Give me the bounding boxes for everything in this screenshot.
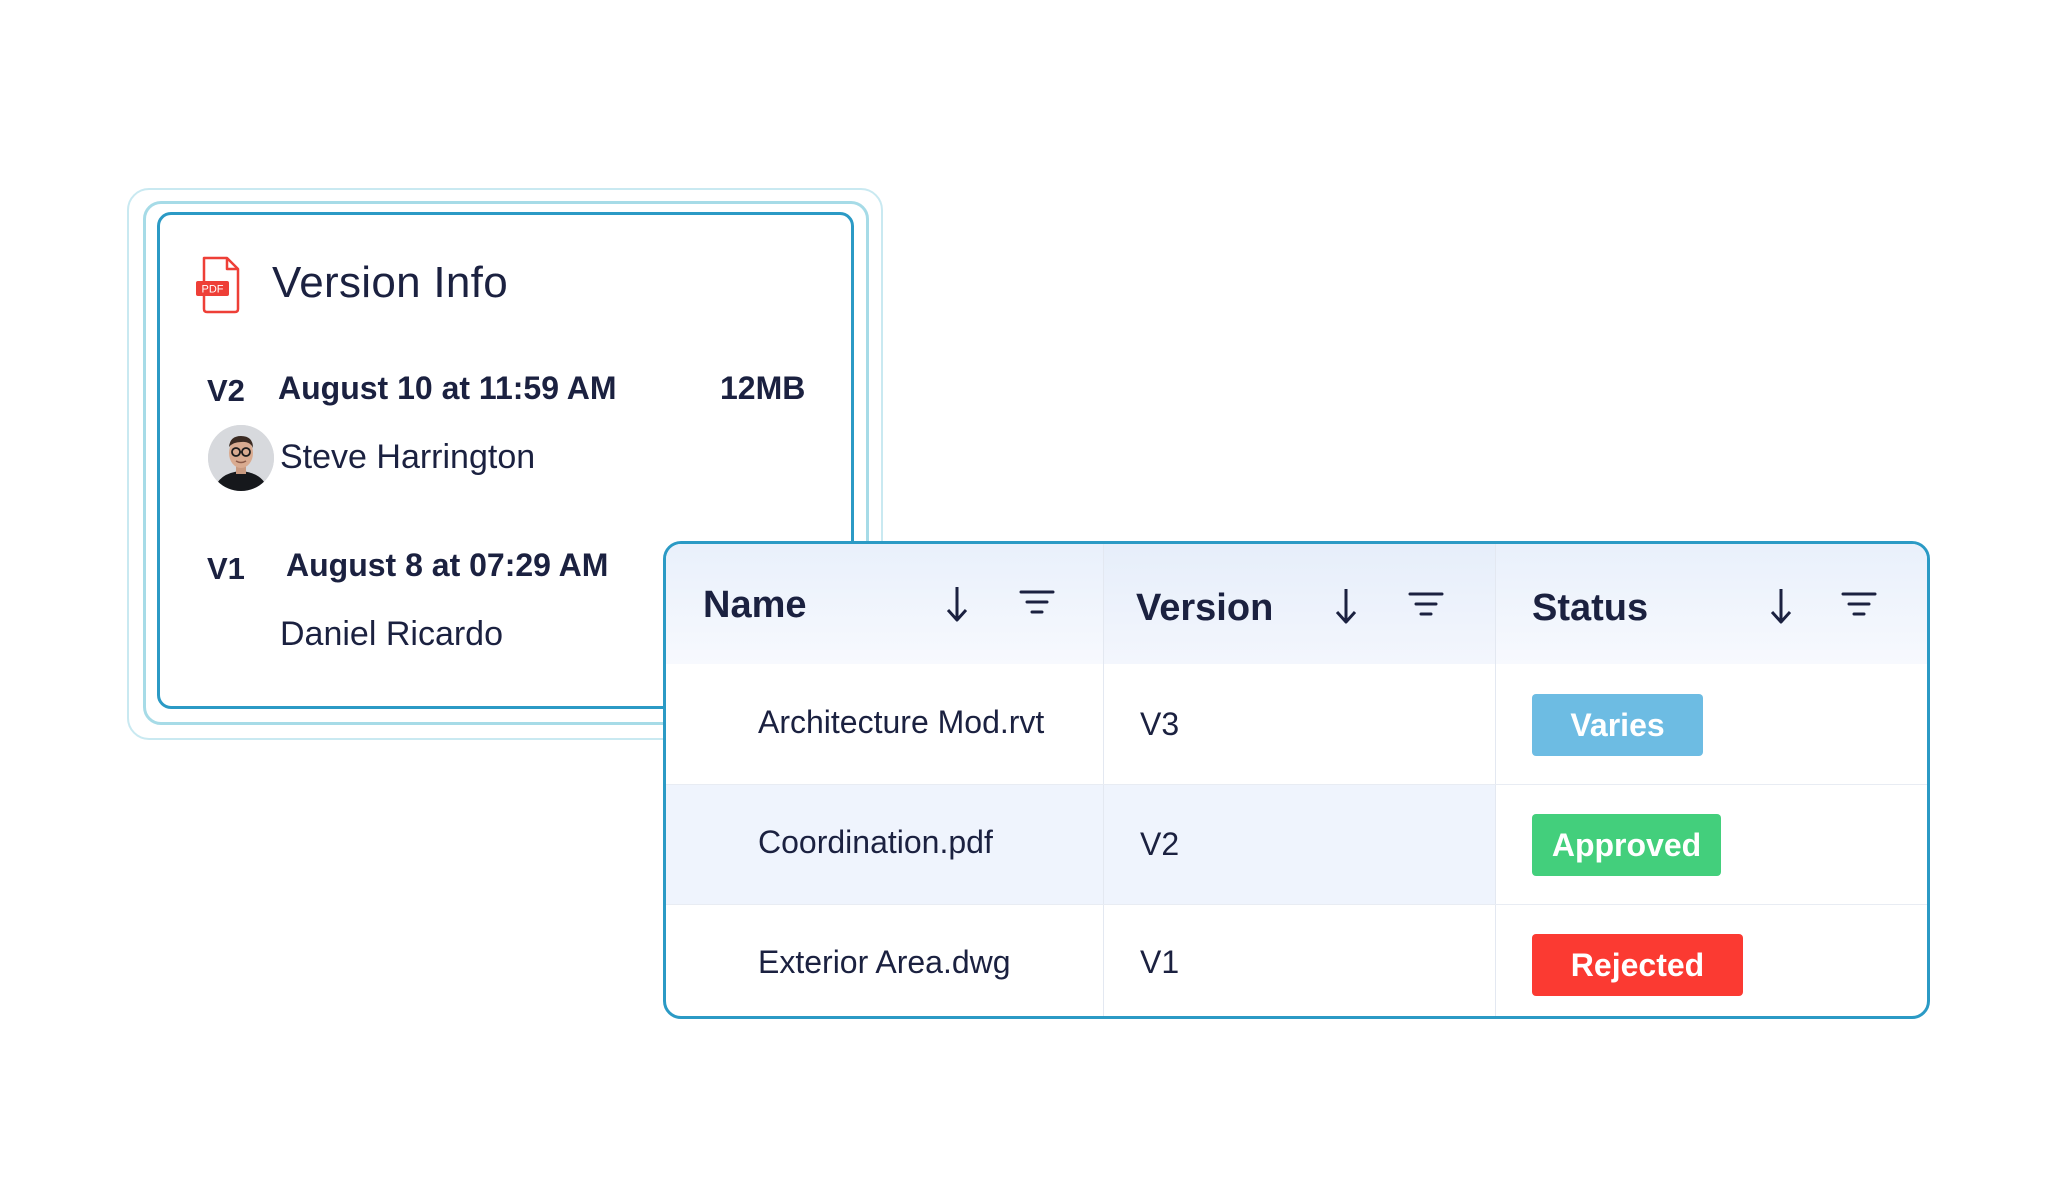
file-name: Coordination.pdf	[758, 824, 993, 860]
file-version: V1	[1140, 944, 1180, 980]
status-badge: Varies	[1532, 694, 1703, 756]
table-cell-status: Approved	[1495, 784, 1927, 904]
version-date: August 10 at 11:59 AM	[278, 370, 617, 406]
file-name: Architecture Mod.rvt	[758, 704, 1045, 740]
column-header-name[interactable]: Name	[666, 544, 1103, 664]
version-tag: V1	[207, 551, 245, 586]
table-cell-status: Rejected	[1495, 904, 1927, 1016]
avatar	[208, 425, 274, 491]
filter-icon[interactable]	[1841, 590, 1877, 620]
filter-icon[interactable]	[1408, 590, 1444, 620]
arrow-down-icon[interactable]	[1332, 586, 1360, 626]
column-header-status[interactable]: Status	[1495, 544, 1927, 664]
status-badge: Approved	[1532, 814, 1721, 876]
table-cell-version: V3	[1103, 664, 1495, 784]
table-row[interactable]: Architecture Mod.rvt V3 Varies	[666, 664, 1927, 784]
file-version: V3	[1140, 706, 1180, 742]
version-author: Steve Harrington	[280, 438, 536, 476]
row-divider	[666, 904, 1927, 905]
version-info-title: Version Info	[272, 258, 508, 307]
table-cell-version: V1	[1103, 904, 1495, 1016]
table-cell-name: Architecture Mod.rvt	[666, 664, 1103, 784]
svg-text:PDF: PDF	[202, 284, 224, 296]
table-cell-status: Varies	[1495, 664, 1927, 784]
arrow-down-icon[interactable]	[1767, 586, 1795, 626]
arrow-down-icon[interactable]	[943, 584, 971, 624]
column-header-version[interactable]: Version	[1103, 544, 1495, 664]
version-author: Daniel Ricardo	[280, 615, 503, 653]
table-header-row: Name Version Status	[666, 544, 1927, 664]
user-photo-icon	[208, 425, 274, 491]
column-label: Version	[1136, 587, 1274, 629]
version-date: August 8 at 07:29 AM	[286, 547, 609, 583]
table-cell-name: Coordination.pdf	[666, 784, 1103, 904]
column-divider	[1495, 544, 1496, 1016]
file-version: V2	[1140, 826, 1180, 862]
files-table: Name Version Status Architecture Mod.rvt…	[663, 541, 1930, 1019]
canvas: PDF Version Info V2 August 10 at 11:59 A…	[0, 0, 2048, 1201]
version-file-size: 12MB	[720, 370, 806, 406]
pdf-file-icon: PDF	[196, 256, 240, 314]
table-cell-version: V2	[1103, 784, 1495, 904]
status-badge: Rejected	[1532, 934, 1743, 996]
row-divider	[666, 784, 1927, 785]
version-tag: V2	[207, 373, 245, 408]
table-cell-name: Exterior Area.dwg	[666, 904, 1103, 1016]
column-label: Name	[703, 584, 807, 626]
column-label: Status	[1532, 587, 1649, 629]
file-name: Exterior Area.dwg	[758, 944, 1011, 980]
table-row[interactable]: Coordination.pdf V2 Approved	[666, 784, 1927, 904]
table-row[interactable]: Exterior Area.dwg V1 Rejected	[666, 904, 1927, 1016]
column-divider	[1103, 544, 1104, 1016]
filter-icon[interactable]	[1019, 588, 1055, 618]
